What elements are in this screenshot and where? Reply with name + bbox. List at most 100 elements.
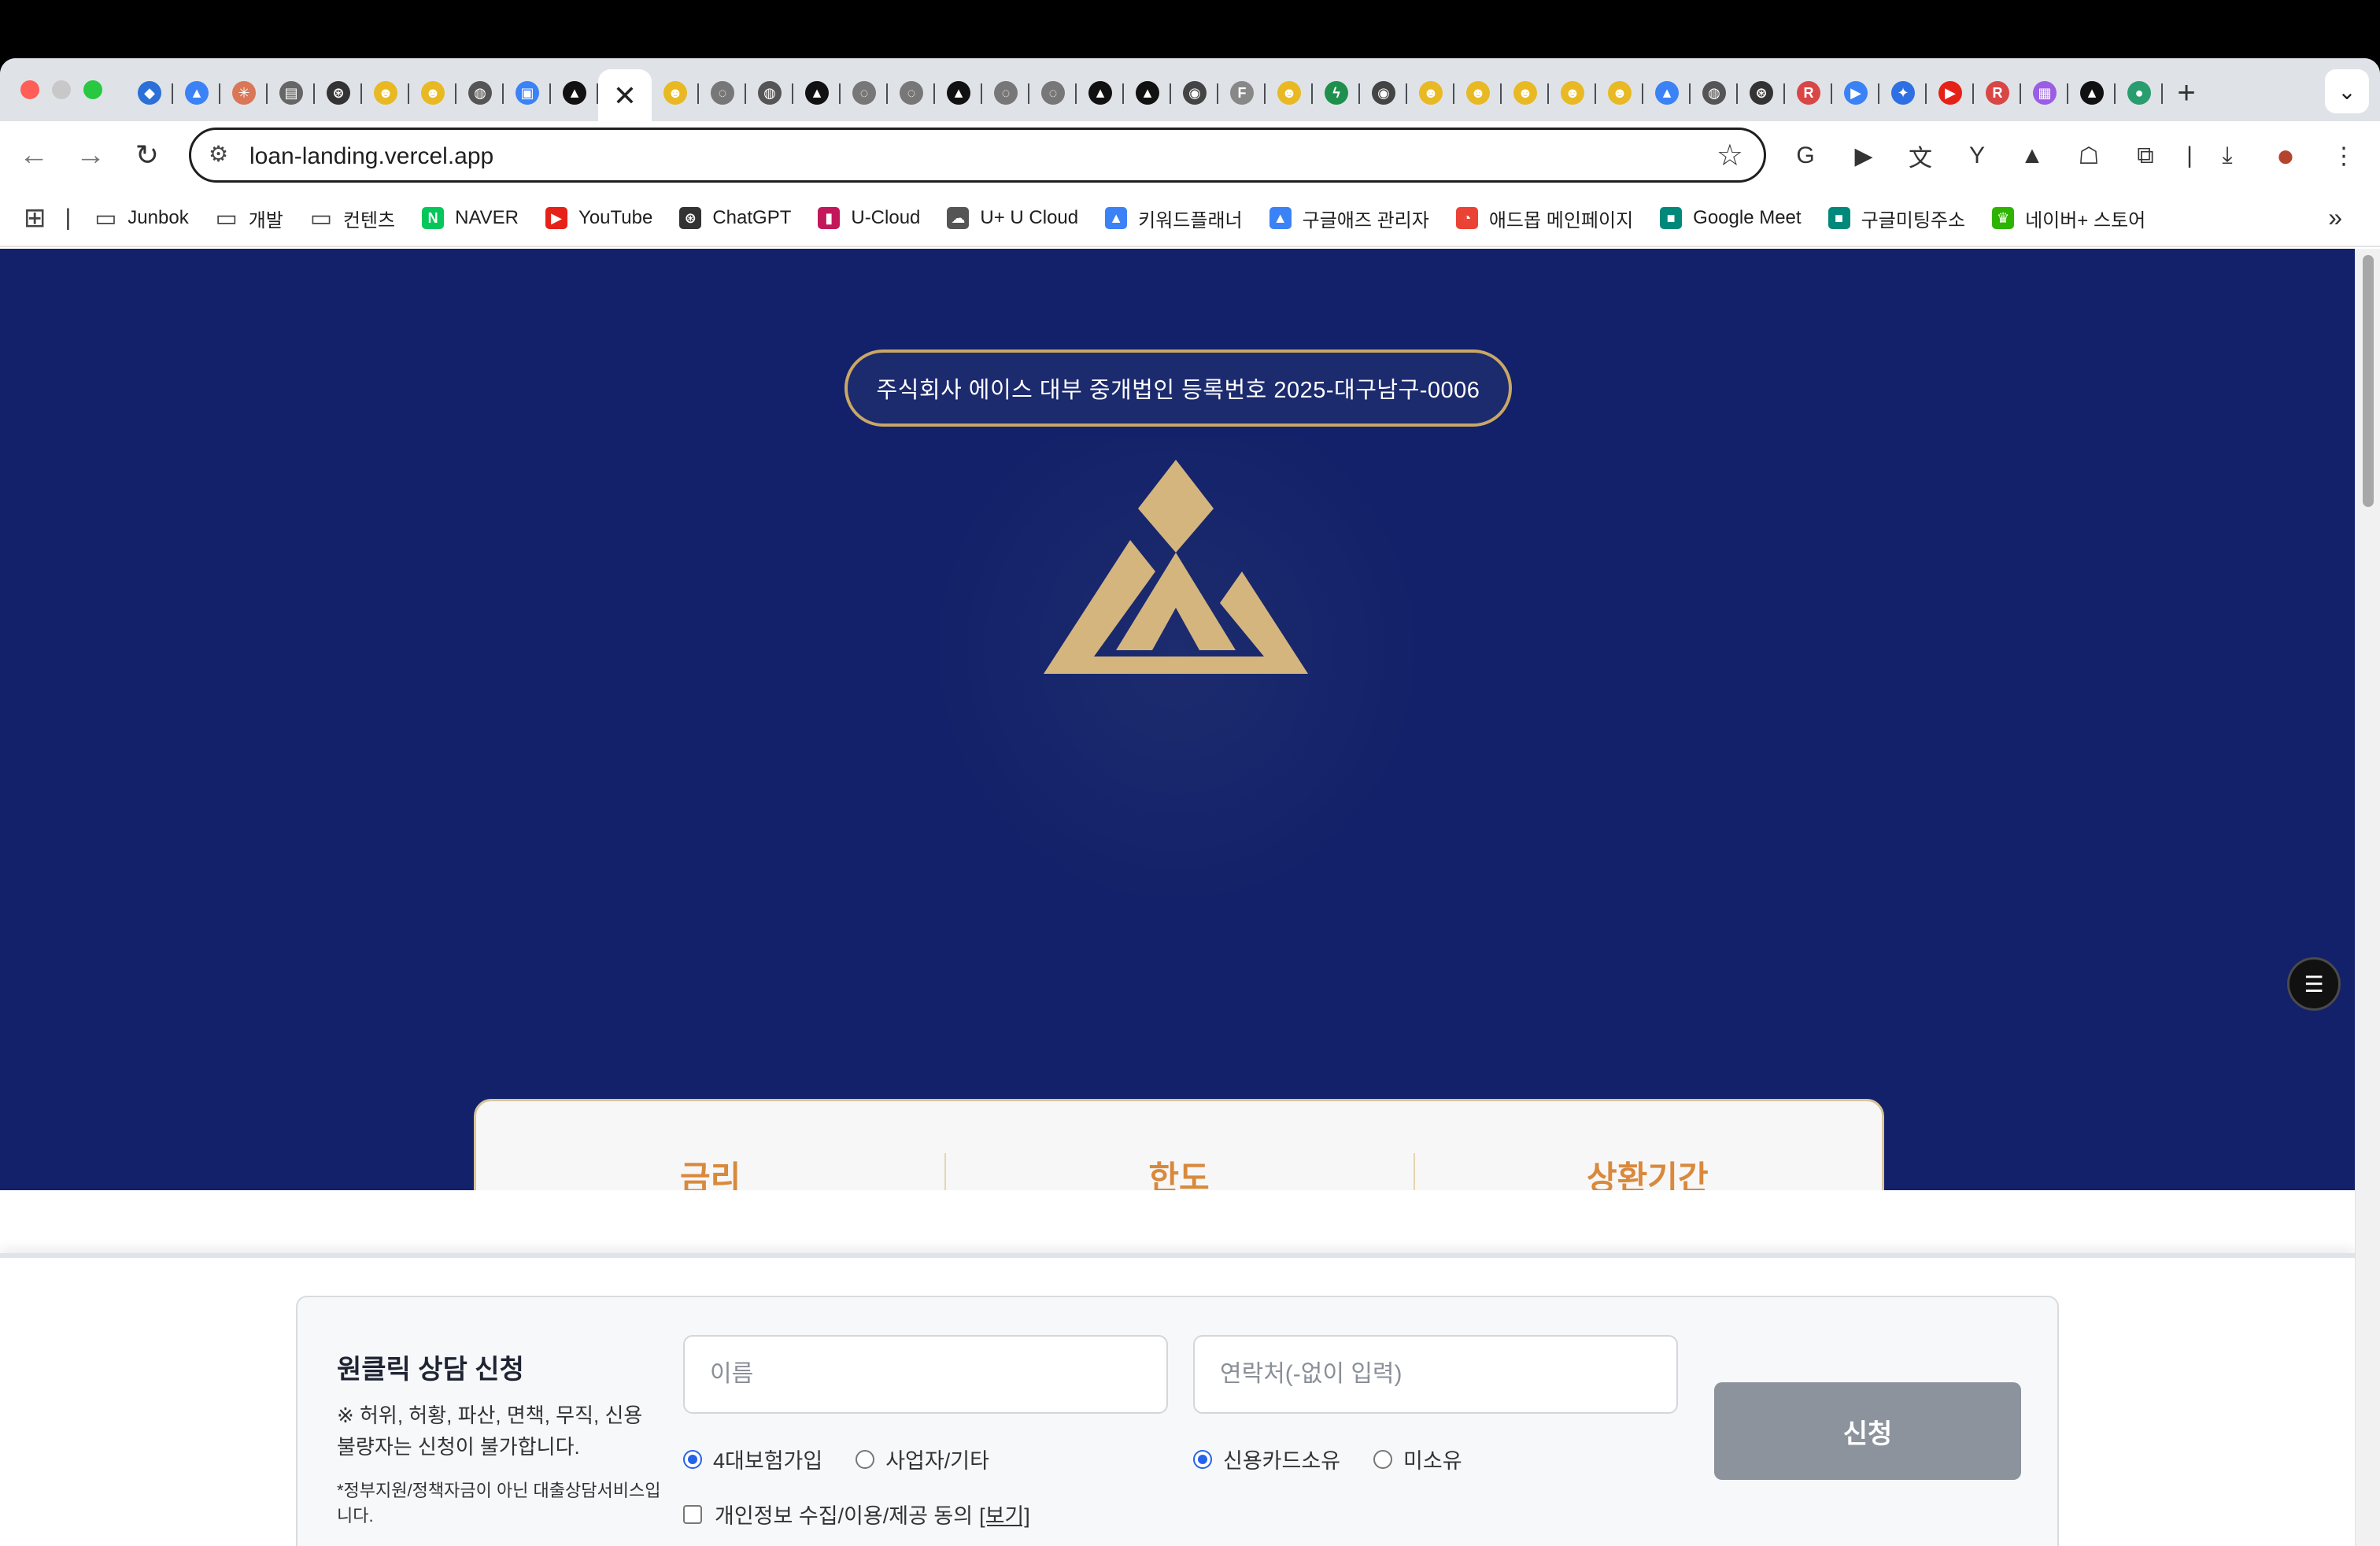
download-icon[interactable]: ⤓ bbox=[2210, 139, 2245, 173]
tab[interactable]: ▲ bbox=[551, 69, 598, 117]
tab[interactable]: ⊛ bbox=[315, 69, 362, 117]
radio-button[interactable] bbox=[1373, 1449, 1393, 1469]
bookmark-item[interactable]: ⊛ ChatGPT bbox=[679, 189, 791, 247]
back-arrow-icon[interactable]: ← bbox=[13, 134, 55, 176]
bookmark-item[interactable]: ☁ U+ U Cloud bbox=[947, 189, 1078, 247]
new-tab-plus-icon[interactable]: + bbox=[2163, 69, 2210, 117]
radio-option[interactable]: 미소유 bbox=[1373, 1444, 1462, 1474]
scrollbar-thumb[interactable] bbox=[2363, 255, 2374, 507]
radio-option[interactable]: 사업자/기타 bbox=[856, 1444, 989, 1474]
menu-dots-icon[interactable]: ⋮ bbox=[2326, 139, 2361, 173]
tab[interactable]: ϟ bbox=[1313, 69, 1360, 117]
more-bookmarks-icon[interactable]: » bbox=[2328, 203, 2342, 232]
tab[interactable]: ◌ bbox=[982, 69, 1029, 117]
bookmark-item[interactable]: ▲ 키워드플래너 bbox=[1105, 189, 1243, 247]
tab[interactable]: ☻ bbox=[1266, 69, 1313, 117]
bookmark-item[interactable]: ▲ 구글애즈 관리자 bbox=[1269, 189, 1429, 247]
radio-option[interactable]: 4대보험가입 bbox=[683, 1444, 822, 1474]
tab[interactable]: ☻ bbox=[1596, 69, 1643, 117]
name-input[interactable] bbox=[683, 1335, 1168, 1414]
forward-arrow-icon[interactable]: → bbox=[69, 134, 112, 176]
bookmark-item[interactable]: ♛ 네이버+ 스토어 bbox=[1992, 189, 2145, 247]
vercel-icon[interactable]: ▲ bbox=[2015, 139, 2049, 173]
page-scrollbar[interactable] bbox=[2355, 249, 2380, 1546]
url-text[interactable]: loan-landing.vercel.app bbox=[249, 143, 493, 170]
tab[interactable]: ◍ bbox=[746, 69, 793, 117]
tab[interactable]: ◉ bbox=[1171, 69, 1218, 117]
bookmark-item[interactable]: ▭ Junbok bbox=[94, 189, 189, 247]
tab[interactable]: ☻ bbox=[362, 69, 409, 117]
tab[interactable]: ▶ bbox=[1927, 69, 1974, 117]
submit-button[interactable]: 신청 bbox=[1714, 1382, 2021, 1480]
tab[interactable]: ▲ bbox=[793, 69, 841, 117]
tab[interactable]: ◆ bbox=[126, 69, 173, 117]
bookmark-star-icon[interactable]: ☆ bbox=[1717, 138, 1743, 173]
radio-option[interactable]: 신용카드소유 bbox=[1193, 1444, 1340, 1474]
tab[interactable]: ▶ bbox=[1832, 69, 1879, 117]
tab[interactable]: ▣ bbox=[504, 69, 551, 117]
bookmark-item[interactable]: ◔ 애드몹 메인페이지 bbox=[1455, 189, 1633, 247]
bookmark-item[interactable]: ▭ 개발 bbox=[216, 189, 283, 247]
tab[interactable]: ◌ bbox=[888, 69, 935, 117]
tab[interactable]: ◉ bbox=[1360, 69, 1407, 117]
bookmark-item[interactable]: N NAVER bbox=[422, 189, 519, 247]
puzzle-icon[interactable]: ⧉ bbox=[2128, 139, 2163, 173]
tab[interactable]: ▦ bbox=[2021, 69, 2068, 117]
tab[interactable]: ☻ bbox=[1407, 69, 1454, 117]
tab[interactable]: ⊛ bbox=[1738, 69, 1785, 117]
tab[interactable]: ✦ bbox=[1879, 69, 1927, 117]
github-icon: ◉ bbox=[1372, 81, 1395, 105]
address-bar[interactable]: ⚙ loan-landing.vercel.app ☆ bbox=[189, 128, 1766, 183]
radio-button[interactable] bbox=[1193, 1449, 1212, 1469]
tab[interactable]: ◍ bbox=[456, 69, 504, 117]
tab-search-chevron-icon[interactable]: ⌄ bbox=[2325, 69, 2369, 113]
vercel-v-icon[interactable]: Y bbox=[1960, 139, 1994, 173]
tab[interactable]: ▲ bbox=[1077, 69, 1124, 117]
tab[interactable]: ● bbox=[2116, 69, 2163, 117]
translate-icon[interactable]: 文 bbox=[1903, 139, 1938, 173]
radio-button[interactable] bbox=[856, 1449, 875, 1469]
tab[interactable]: ◌ bbox=[1029, 69, 1077, 117]
tab[interactable]: R bbox=[1974, 69, 2021, 117]
tab[interactable]: ▤ bbox=[268, 69, 315, 117]
minimize-window-button[interactable] bbox=[52, 80, 71, 99]
site-info-icon[interactable]: ⚙ bbox=[209, 141, 237, 169]
tab[interactable]: ◌ bbox=[841, 69, 888, 117]
tab[interactable]: ◍ bbox=[1691, 69, 1738, 117]
consent-checkbox[interactable] bbox=[683, 1504, 702, 1524]
robot-icon[interactable]: ☖ bbox=[2071, 139, 2106, 173]
radio-button[interactable] bbox=[683, 1449, 702, 1469]
bookmark-item[interactable]: ▮ U-Cloud bbox=[818, 189, 920, 247]
profile-avatar-icon[interactable]: ● bbox=[2268, 139, 2303, 173]
tab[interactable]: ☻ bbox=[409, 69, 456, 117]
bookmark-item[interactable]: ■ 구글미팅주소 bbox=[1828, 189, 1965, 247]
tab[interactable]: R bbox=[1785, 69, 1832, 117]
reload-icon[interactable]: ↻ bbox=[126, 134, 168, 176]
maximize-window-button[interactable] bbox=[83, 80, 102, 99]
tab[interactable]: ▲ bbox=[935, 69, 982, 117]
bookmark-item[interactable]: ▶ YouTube bbox=[545, 189, 652, 247]
video-icon[interactable]: ▶ bbox=[1846, 139, 1881, 173]
youtube-icon: ▶ bbox=[1938, 81, 1962, 105]
phone-input[interactable] bbox=[1193, 1335, 1678, 1414]
tab[interactable]: ☻ bbox=[1549, 69, 1596, 117]
bookmark-item[interactable]: ■ Google Meet bbox=[1660, 189, 1802, 247]
tab[interactable]: ▲ bbox=[2068, 69, 2116, 117]
tab[interactable]: ▲ bbox=[173, 69, 220, 117]
close-icon[interactable]: ✕ bbox=[613, 82, 637, 110]
tab[interactable]: F bbox=[1218, 69, 1266, 117]
tab[interactable]: ◌ bbox=[699, 69, 746, 117]
tab[interactable]: ☻ bbox=[1502, 69, 1549, 117]
tab[interactable]: ✳ bbox=[220, 69, 268, 117]
tab-active[interactable]: ✕ bbox=[598, 69, 652, 123]
bookmark-item[interactable]: ▭ 컨텐츠 bbox=[310, 189, 395, 247]
tab[interactable]: ▲ bbox=[1124, 69, 1171, 117]
close-window-button[interactable] bbox=[20, 80, 39, 99]
google-translate-icon[interactable]: G bbox=[1788, 139, 1823, 173]
tab[interactable]: ▲ bbox=[1643, 69, 1691, 117]
tab[interactable]: ☻ bbox=[652, 69, 699, 117]
consent-view-link[interactable]: [보기] bbox=[979, 1499, 1030, 1529]
floating-menu-icon[interactable]: ☰ bbox=[2287, 957, 2341, 1011]
tab[interactable]: ☻ bbox=[1454, 69, 1502, 117]
apps-grid-icon[interactable]: ⊞ bbox=[24, 189, 46, 247]
